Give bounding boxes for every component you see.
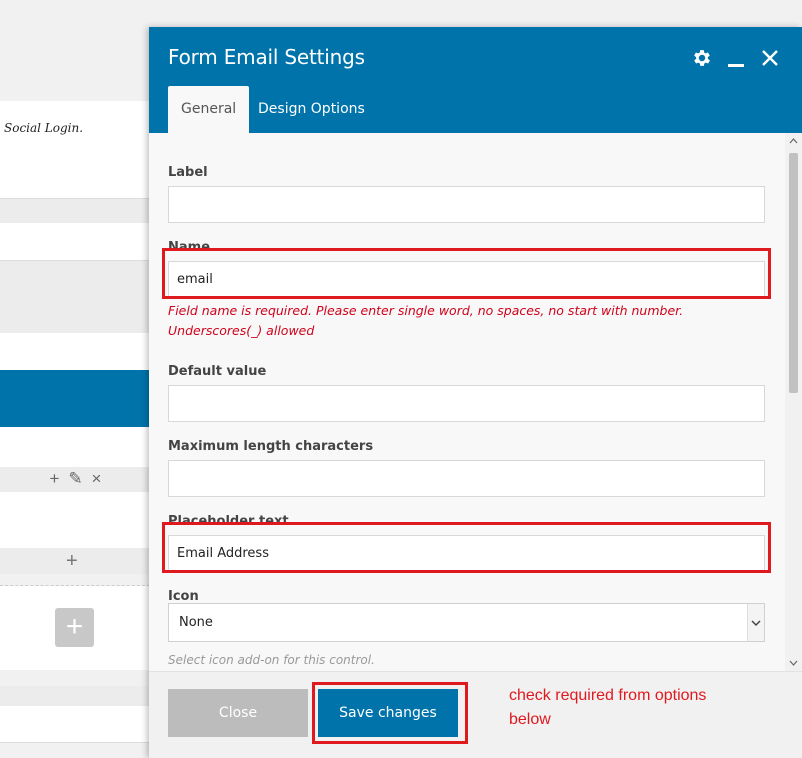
pencil-icon[interactable]: ✎ xyxy=(67,470,84,488)
bg-divider xyxy=(0,686,150,706)
icon-select-value: None xyxy=(179,615,213,630)
max-length-label: Maximum length characters xyxy=(168,439,374,454)
icon-select[interactable]: None xyxy=(168,603,765,642)
bg-row xyxy=(0,706,150,743)
annotation-highlight-placeholder xyxy=(162,522,771,573)
annotation-highlight-save xyxy=(312,682,468,744)
modal-scrollbar[interactable] xyxy=(785,133,802,671)
scroll-up-icon[interactable] xyxy=(789,137,798,146)
minimize-icon[interactable] xyxy=(724,46,748,70)
scroll-thumb[interactable] xyxy=(789,153,798,393)
name-error-message: Field name is required. Please enter sin… xyxy=(168,303,684,338)
annotation-note: check required from options below xyxy=(509,687,707,728)
add-element-button[interactable]: + xyxy=(55,608,94,647)
modal-body: Label Name email Field name is required.… xyxy=(149,133,785,671)
scroll-down-icon[interactable] xyxy=(789,659,798,668)
close-button[interactable]: Close xyxy=(168,689,308,737)
tab-general[interactable]: General xyxy=(168,86,250,133)
form-email-settings-modal: Form Email Settings General Design Optio… xyxy=(149,27,802,758)
header-icons xyxy=(690,46,782,70)
close-icon[interactable] xyxy=(758,46,782,70)
add-icon[interactable]: + xyxy=(66,551,78,571)
tab-design-options[interactable]: Design Options xyxy=(245,86,378,133)
social-login-text: Social Login. xyxy=(4,121,84,135)
label-input[interactable] xyxy=(168,186,765,223)
modal-title: Form Email Settings xyxy=(168,45,365,69)
modal-footer: Close Save changes check required from o… xyxy=(149,671,802,758)
label-field-label: Label xyxy=(168,165,208,180)
gear-icon[interactable] xyxy=(690,46,714,70)
icon-hint: Select icon add-on for this control. xyxy=(168,653,375,667)
chevron-down-icon xyxy=(747,604,764,641)
default-value-input[interactable] xyxy=(168,385,765,422)
close-icon[interactable]: × xyxy=(88,470,105,488)
add-icon[interactable]: + xyxy=(46,470,63,488)
max-length-input[interactable] xyxy=(168,460,765,497)
modal-header: Form Email Settings General Design Optio… xyxy=(149,27,802,133)
default-value-label: Default value xyxy=(168,364,267,379)
icon-label: Icon xyxy=(168,589,199,604)
row-tools: + ✎ × xyxy=(46,470,105,488)
annotation-highlight-name xyxy=(162,248,771,299)
